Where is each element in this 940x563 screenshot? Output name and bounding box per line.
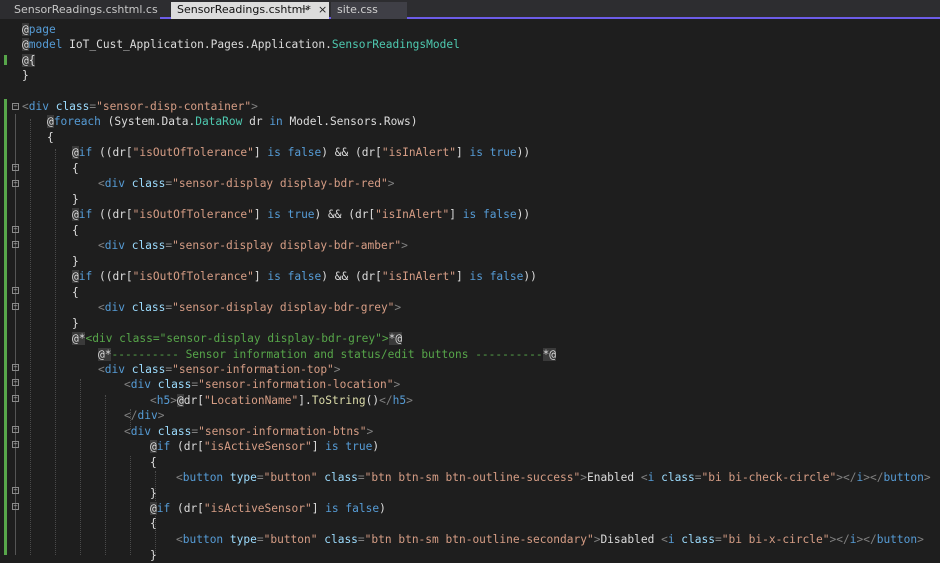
code-line: @if ((dr["isOutOfTolerance"] is false) &… xyxy=(72,270,537,283)
indent-guide xyxy=(105,395,106,555)
code-line: <div class="sensor-display display-bdr-a… xyxy=(98,239,408,252)
change-indicator xyxy=(4,55,7,65)
code-line: @model IoT_Cust_Application.Pages.Applic… xyxy=(22,38,460,51)
fold-toggle[interactable]: − xyxy=(12,379,19,386)
code-line: @if ((dr["isOutOfTolerance"] is true) &&… xyxy=(72,208,531,221)
code-line: <div class="sensor-display display-bdr-r… xyxy=(98,177,395,190)
tab-label: SensorReadings.cshtml* xyxy=(177,3,311,16)
code-line: </div> xyxy=(124,409,165,422)
code-line: } xyxy=(72,193,79,206)
code-line: <div class="sensor-information-btns"> xyxy=(124,425,374,438)
pin-icon[interactable]: ⊸ xyxy=(301,2,309,18)
fold-toggle[interactable]: − xyxy=(12,226,19,233)
document-tab-bar: SensorReadings.cshtml.cs SensorReadings.… xyxy=(0,0,940,19)
tab-site-css[interactable]: site.css xyxy=(331,2,407,19)
code-line: <div class="sensor-information-top"> xyxy=(98,363,341,376)
fold-toggle[interactable]: − xyxy=(12,487,19,494)
code-line: <button type="button" class="btn btn-sm … xyxy=(176,471,931,484)
code-line: { xyxy=(47,131,54,144)
code-line: @page xyxy=(22,23,56,36)
code-line: } xyxy=(150,549,157,562)
fold-toggle[interactable]: − xyxy=(12,395,19,402)
code-line: <div class="sensor-disp-container"> xyxy=(22,100,258,113)
fold-toggle[interactable]: − xyxy=(12,364,19,371)
code-line: @if ((dr["isOutOfTolerance"] is false) &… xyxy=(72,146,531,159)
code-line: } xyxy=(22,69,29,82)
fold-toggle[interactable]: − xyxy=(12,426,19,433)
tab-sensorreadings-cshtml-active[interactable]: SensorReadings.cshtml* ⊸ × xyxy=(171,2,329,19)
code-editor[interactable]: − − − − − − − − − − − − − − @page @model… xyxy=(0,19,940,562)
fold-toggle[interactable]: − xyxy=(12,241,19,248)
code-line: <h5>@dr["LocationName"].ToString()</h5> xyxy=(150,394,413,407)
code-line: @{ xyxy=(22,54,36,67)
indent-guide xyxy=(30,119,31,555)
code-line: { xyxy=(72,162,79,175)
fold-toggle[interactable]: − xyxy=(12,287,19,294)
code-line: @*<div class="sensor-display display-bdr… xyxy=(72,332,403,345)
fold-toggle[interactable]: − xyxy=(12,103,19,110)
indent-guide xyxy=(80,379,81,555)
code-line: { xyxy=(72,286,79,299)
code-line: { xyxy=(150,517,157,530)
code-line: @foreach (System.Data.DataRow dr in Mode… xyxy=(47,115,418,128)
fold-toggle[interactable]: − xyxy=(12,441,19,448)
close-icon[interactable]: × xyxy=(318,2,327,18)
code-line: @if (dr["isActiveSensor"] is true) xyxy=(150,440,380,453)
code-line: <div class="sensor-information-location"… xyxy=(124,378,401,391)
code-line: <button type="button" class="btn btn-sm … xyxy=(176,533,924,546)
code-line: } xyxy=(150,487,157,500)
change-indicator xyxy=(4,99,7,555)
fold-toggle[interactable]: − xyxy=(12,303,19,310)
code-line: } xyxy=(72,317,79,330)
code-line: <div class="sensor-display display-bdr-g… xyxy=(98,301,402,314)
fold-toggle[interactable]: − xyxy=(12,180,19,187)
indent-guide xyxy=(130,456,131,555)
tab-sensorreadings-cs[interactable]: SensorReadings.cshtml.cs xyxy=(0,2,160,19)
code-line: { xyxy=(150,456,157,469)
fold-toggle[interactable]: − xyxy=(12,164,19,171)
code-line: } xyxy=(72,255,79,268)
code-line: { xyxy=(72,224,79,237)
indent-guide xyxy=(55,149,56,555)
code-line: @if (dr["isActiveSensor"] is false) xyxy=(150,502,386,515)
code-line: @*---------- Sensor information and stat… xyxy=(98,348,557,361)
fold-toggle[interactable]: − xyxy=(12,503,19,510)
